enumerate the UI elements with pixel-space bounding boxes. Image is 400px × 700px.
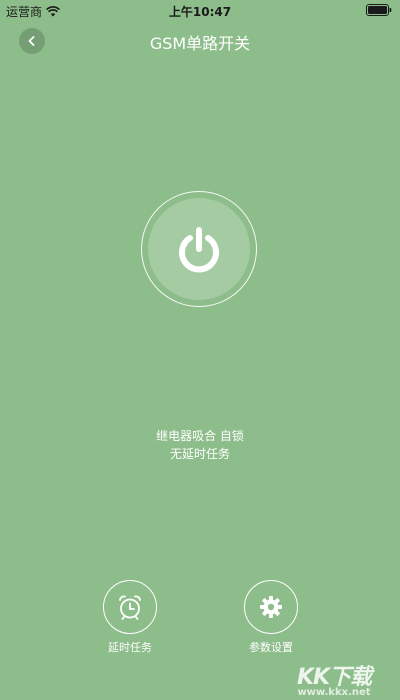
watermark-url: www.kkx.net <box>297 687 371 698</box>
settings-label: 参数设置 <box>249 641 293 654</box>
status-time: 上午10:47 <box>168 5 232 19</box>
delay-task-circle <box>103 580 157 634</box>
gear-icon <box>260 596 282 618</box>
delay-task-status-text: 无延时任务 <box>169 447 230 461</box>
settings-button[interactable]: 参数设置 <box>241 580 301 655</box>
status-bar: 运营商 上午10:47 <box>0 0 400 20</box>
relay-status-text: 继电器吸合 自锁 <box>156 429 244 443</box>
alarm-clock-icon <box>119 595 141 620</box>
page-title: GSM单路开关 <box>149 34 251 53</box>
battery-icon <box>366 4 392 16</box>
delay-task-button[interactable]: 延时任务 <box>100 580 160 655</box>
watermark: KK下载 www.kkx.net <box>274 659 394 698</box>
nav-bar: GSM单路开关 <box>0 20 400 64</box>
power-icon <box>179 227 219 273</box>
settings-circle <box>244 580 298 634</box>
delay-task-label: 延时任务 <box>108 641 152 654</box>
power-button[interactable] <box>148 198 250 300</box>
